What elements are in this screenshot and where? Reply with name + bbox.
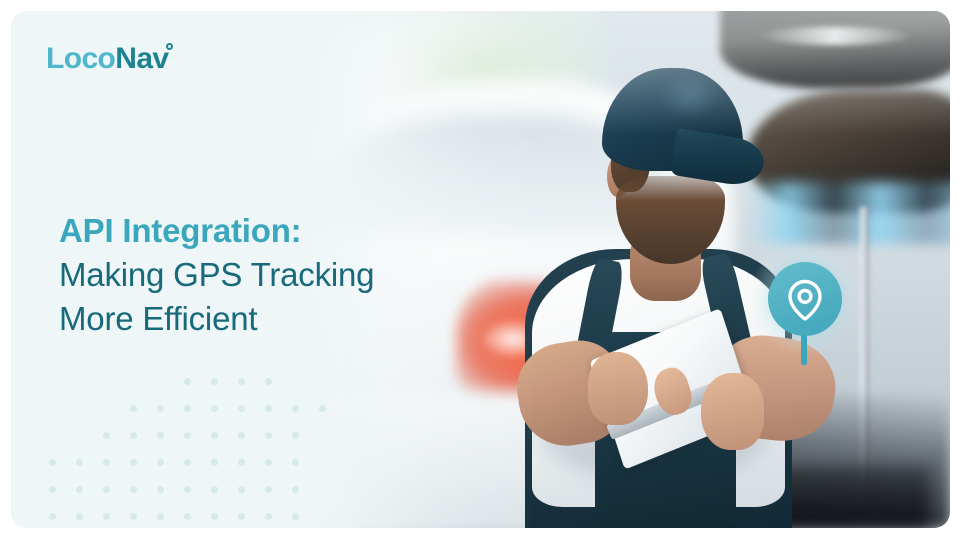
headline-lead: API Integration: <box>59 212 302 250</box>
banner-frame: LocoNav API Integration: Making GPS Trac… <box>0 0 960 540</box>
badge-circle <box>768 262 842 336</box>
text-panel: LocoNav API Integration: Making GPS Trac… <box>11 11 443 528</box>
headline-rest: Making GPS Tracking More Efficient <box>59 255 375 337</box>
page-title: API Integration: Making GPS Tracking Mor… <box>59 209 389 341</box>
gps-badge <box>748 242 862 365</box>
loconav-logo[interactable]: LocoNav <box>46 42 173 75</box>
logo-circle-mark-icon <box>165 43 173 50</box>
banner-card: LocoNav API Integration: Making GPS Trac… <box>11 11 950 528</box>
logo-text-loco: Loco <box>46 42 116 75</box>
logo-text-nav: Nav <box>115 42 169 75</box>
